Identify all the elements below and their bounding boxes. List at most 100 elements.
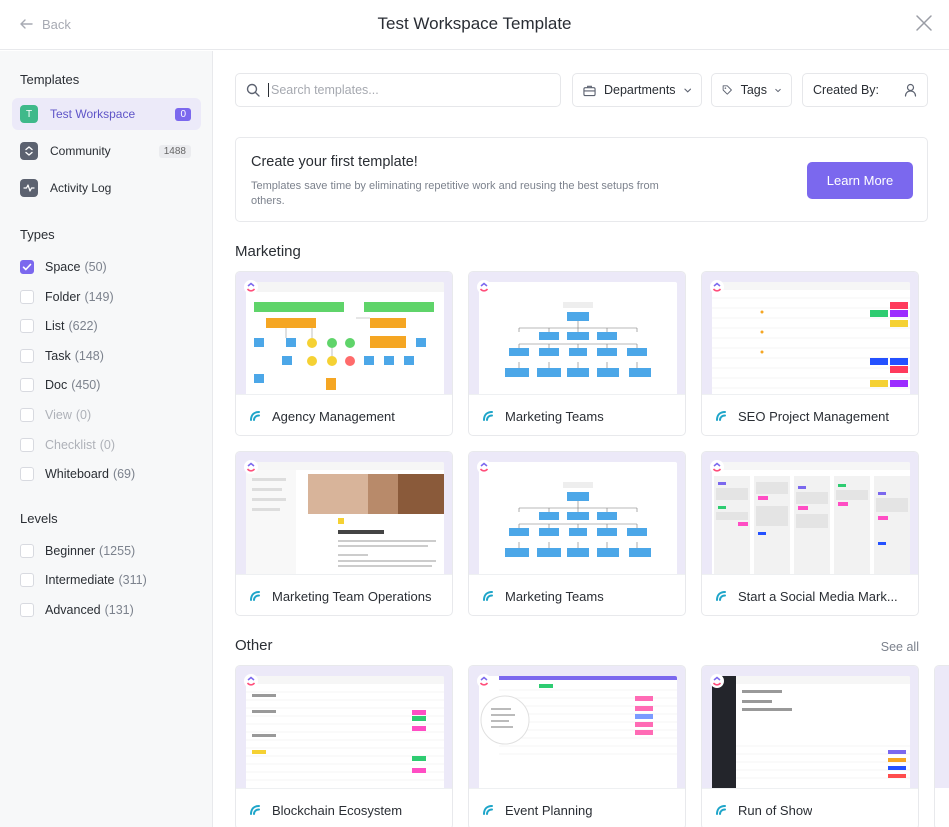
- filter-label: Advanced: [45, 603, 101, 617]
- template-card[interactable]: Agency Management: [235, 271, 453, 436]
- filter-label: List: [45, 319, 65, 333]
- template-card[interactable]: Marketing Teams: [468, 271, 686, 436]
- app-logo-icon: [244, 674, 258, 688]
- space-template-icon: [716, 805, 726, 815]
- tags-dropdown[interactable]: Tags: [711, 73, 792, 107]
- list-preview: [246, 676, 444, 781]
- app-logo-icon: [710, 674, 724, 688]
- sidebar: Templates T Test Workspace 0 Community 1…: [0, 51, 213, 827]
- dark-list-preview: [712, 676, 910, 788]
- see-all-link[interactable]: See all: [881, 640, 919, 654]
- app-logo-icon: [244, 460, 258, 474]
- tags-label: Tags: [740, 83, 767, 97]
- space-template-icon: [250, 805, 260, 815]
- level-filter-advanced[interactable]: Advanced (131): [20, 603, 134, 617]
- template-name: SEO Project Management: [738, 408, 890, 424]
- template-card[interactable]: Event Planning: [468, 665, 686, 827]
- template-card[interactable]: Marketing Team Operations: [235, 451, 453, 616]
- filter-label: Space: [45, 260, 81, 274]
- template-card-footer: Blockchain Ecosystem: [236, 788, 452, 827]
- tag-icon: [722, 85, 732, 95]
- template-preview: [469, 666, 685, 788]
- user-icon: [904, 83, 917, 97]
- template-card-footer: Event Planning: [469, 788, 685, 827]
- template-card[interactable]: Blockchain Ecosystem: [235, 665, 453, 827]
- templates-section-title: Templates: [20, 72, 80, 87]
- org-chart-preview: [505, 482, 651, 557]
- briefcase-icon: [583, 85, 596, 96]
- chevron-down-icon: [775, 88, 781, 92]
- checkbox[interactable]: [20, 603, 34, 617]
- filter-label: Task: [45, 349, 71, 363]
- close-icon[interactable]: [915, 14, 933, 32]
- template-name: Blockchain Ecosystem: [272, 802, 403, 818]
- template-card[interactable]: Run of Show: [701, 665, 919, 827]
- type-filter-whiteboard[interactable]: Whiteboard (69): [20, 467, 135, 481]
- count-badge: 1488: [158, 144, 191, 158]
- checkbox[interactable]: [20, 260, 34, 274]
- main-content: Departments Tags Created By: Create your…: [214, 51, 949, 827]
- type-filter-task[interactable]: Task (148): [20, 349, 104, 363]
- type-filter-space[interactable]: Space (50): [20, 260, 107, 274]
- created-by-dropdown[interactable]: Created By:: [802, 73, 928, 107]
- template-preview: [702, 452, 918, 574]
- app-logo-icon: [710, 280, 724, 294]
- checkbox[interactable]: [20, 467, 34, 481]
- board-preview: [712, 462, 910, 574]
- filter-count: (50): [84, 260, 107, 274]
- filter-count: (0): [99, 438, 115, 452]
- sidebar-item-activity-log[interactable]: Activity Log: [12, 172, 201, 204]
- space-template-icon: [716, 591, 726, 601]
- checkbox[interactable]: [20, 319, 34, 333]
- template-preview: [236, 666, 452, 788]
- space-template-icon: [483, 805, 493, 815]
- departments-dropdown[interactable]: Departments: [572, 73, 702, 107]
- template-card-footer: Marketing Teams: [469, 574, 685, 615]
- template-card-partial[interactable]: [934, 665, 949, 827]
- template-card[interactable]: SEO Project Management: [701, 271, 919, 436]
- type-filter-view: View (0): [20, 408, 91, 422]
- community-icon: [20, 142, 38, 160]
- template-card[interactable]: Marketing Teams: [468, 451, 686, 616]
- checkbox[interactable]: [20, 573, 34, 587]
- level-filter-intermediate[interactable]: Intermediate (311): [20, 573, 147, 587]
- search-box: [235, 73, 561, 107]
- filter-count: (311): [118, 573, 147, 587]
- banner-description: Templates save time by eliminating repet…: [251, 180, 659, 207]
- type-filter-folder[interactable]: Folder (149): [20, 290, 114, 304]
- filter-count: (622): [68, 319, 98, 333]
- template-card[interactable]: Start a Social Media Mark...: [701, 451, 919, 616]
- activity-icon: [20, 179, 38, 197]
- checkbox[interactable]: [20, 349, 34, 363]
- check-icon: [22, 263, 32, 271]
- level-filter-beginner[interactable]: Beginner (1255): [20, 544, 135, 558]
- sidebar-item-community[interactable]: Community 1488: [12, 135, 201, 167]
- modal-title: Test Workspace Template: [377, 14, 572, 33]
- filter-count: (131): [104, 603, 134, 617]
- sidebar-item-test-workspace[interactable]: T Test Workspace 0: [12, 98, 201, 130]
- sidebar-item-label: Test Workspace: [50, 107, 136, 121]
- filter-count: (450): [71, 378, 101, 392]
- app-logo-icon: [477, 674, 491, 688]
- list-zoom-preview: [480, 676, 677, 755]
- checkbox[interactable]: [20, 544, 34, 558]
- template-card-footer: Marketing Teams: [469, 394, 685, 435]
- checkbox[interactable]: [20, 290, 34, 304]
- type-filter-checklist: Checklist (0): [20, 438, 115, 452]
- template-preview: [702, 272, 918, 394]
- other-section-title: Other: [235, 637, 273, 654]
- template-card-footer: Marketing Team Operations: [236, 574, 452, 615]
- type-filter-doc[interactable]: Doc (450): [20, 378, 100, 392]
- app-logo-icon: [477, 280, 491, 294]
- table-preview: [712, 282, 910, 389]
- filter-count: (69): [112, 467, 136, 481]
- app-logo-icon: [244, 280, 258, 294]
- filter-label: Beginner: [45, 544, 96, 558]
- checkbox[interactable]: [20, 378, 34, 392]
- type-filter-list[interactable]: List (622): [20, 319, 98, 333]
- template-card-footer: Start a Social Media Mark...: [702, 574, 918, 615]
- search-input[interactable]: [268, 83, 548, 97]
- template-preview: [935, 666, 949, 788]
- learn-more-button[interactable]: Learn More: [807, 162, 913, 199]
- checkbox: [20, 438, 34, 452]
